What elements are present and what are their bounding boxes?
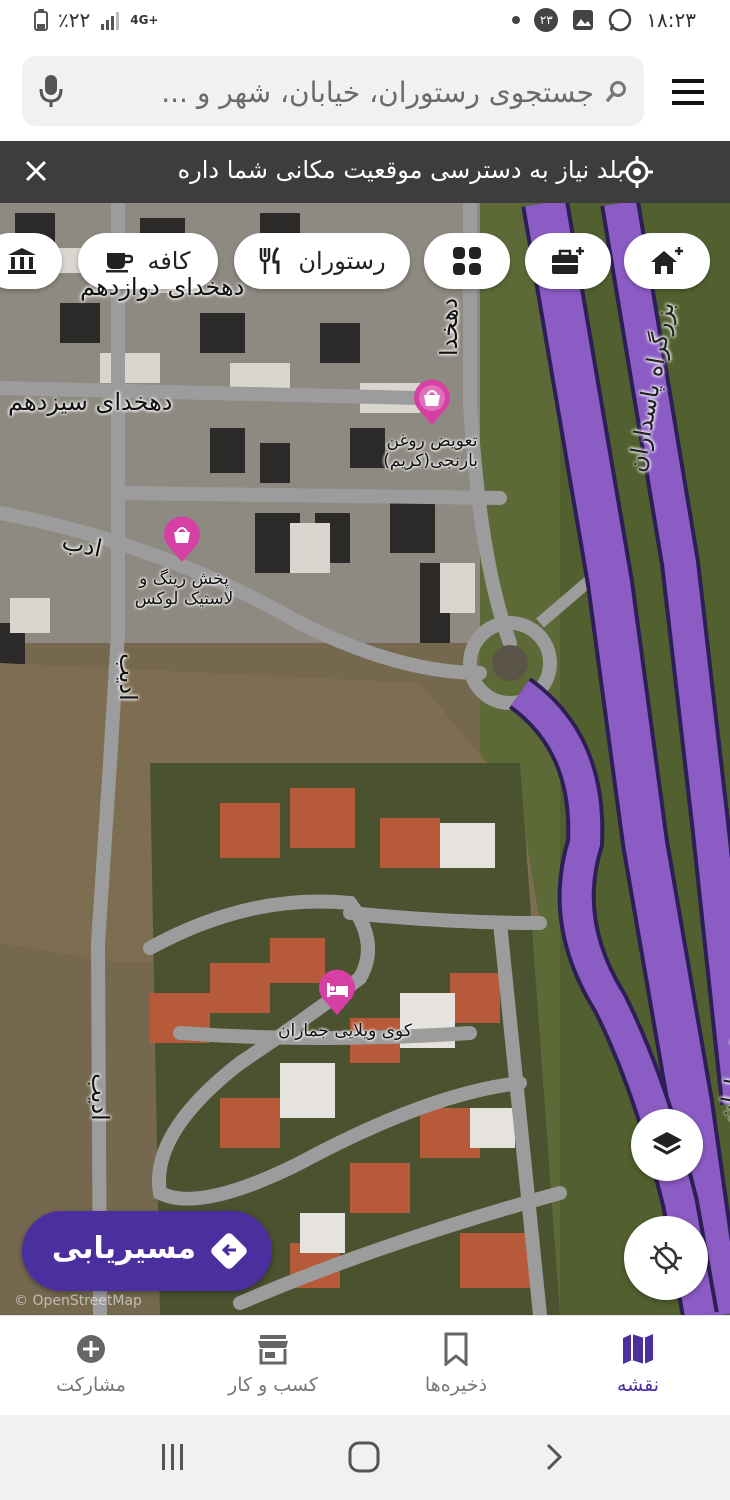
map-view[interactable]: کافه رستوران دهخدای دوازدهم دهخدای سیزده…: [0, 203, 730, 1315]
app-header: جستجوی رستوران، خیابان، شهر و ...: [0, 42, 730, 140]
bookmark-icon: [444, 1332, 468, 1366]
routing-button-label: مسیریابی: [51, 1231, 196, 1266]
tab-saved-label: ذخیره‌ها: [424, 1374, 488, 1396]
tab-business[interactable]: کسب و کار: [193, 1332, 353, 1396]
grid-icon: [453, 247, 481, 275]
whatsapp-icon: [609, 8, 632, 32]
tab-saved[interactable]: ذخیره‌ها: [376, 1332, 536, 1396]
street-label-adib-1: ادیب: [113, 653, 142, 701]
add-circle-icon: [77, 1335, 105, 1363]
battery-text: ٪۲۲: [58, 8, 91, 32]
chip-more-categories[interactable]: [424, 233, 510, 289]
system-navigation-bar: [0, 1415, 730, 1500]
home-icon[interactable]: [348, 1441, 380, 1473]
street-label-dehkhoda-13: دهخدای سیزدهم: [8, 388, 173, 416]
satellite-map-imagery[interactable]: [0, 203, 730, 1315]
microphone-icon[interactable]: [38, 74, 64, 108]
banner-message: بلد نیاز به دسترسی موقعیت مکانی شما داره: [177, 156, 624, 184]
search-input[interactable]: جستجوی رستوران، خیابان، شهر و ...: [22, 56, 644, 126]
tab-map-label: نقشه: [616, 1374, 660, 1396]
coffee-icon: [106, 253, 134, 273]
routing-button[interactable]: مسیریابی: [22, 1211, 272, 1291]
recent-apps-icon[interactable]: [158, 1442, 188, 1472]
hamburger-menu-icon[interactable]: [672, 78, 704, 106]
chip-add-home[interactable]: [624, 233, 710, 289]
my-location-button[interactable]: [624, 1216, 708, 1300]
storefront-icon: [258, 1335, 288, 1365]
fork-knife-icon: [260, 247, 280, 274]
network-type: 4G+: [130, 13, 159, 27]
gallery-icon: [573, 10, 594, 30]
status-bar: ٪۲۲ 4G+ ۲۳ ۱۸:۲۳: [0, 0, 730, 42]
location-disabled-icon: [650, 1242, 682, 1274]
street-label-dehkhoda-vertical: دهخدا: [435, 297, 464, 357]
tab-contribute-label: مشارکت: [56, 1374, 126, 1396]
location-permission-banner[interactable]: بلد نیاز به دسترسی موقعیت مکانی شما داره: [0, 141, 730, 203]
add-briefcase-icon: [552, 247, 584, 274]
shop-poi-icon[interactable]: [411, 378, 453, 426]
notification-count-badge: ۲۳: [534, 8, 559, 32]
map-icon: [623, 1334, 653, 1364]
bottom-navigation: نقشه ذخیره‌ها کسب و کار مشارکت: [0, 1315, 730, 1416]
directions-icon: [211, 1233, 247, 1269]
tab-contribute[interactable]: مشارکت: [11, 1332, 171, 1396]
hotel-poi-icon[interactable]: [316, 968, 358, 1016]
poi-label-jamaran-villa[interactable]: کوی ویلایی جماران: [278, 1021, 412, 1041]
notification-dot: [512, 16, 521, 24]
map-layers-button[interactable]: [631, 1109, 703, 1181]
tab-business-label: کسب و کار: [228, 1374, 318, 1396]
bank-icon: [8, 248, 36, 274]
street-label-adib-2: ادیب: [85, 1073, 114, 1121]
chip-restaurant[interactable]: رستوران: [234, 233, 410, 289]
chip-cafe-label: کافه: [147, 247, 191, 275]
map-attribution: © OpenStreetMap: [14, 1293, 142, 1309]
search-icon: [606, 81, 626, 102]
street-label-dehkhoda-partial: دهخدای دوازدهم: [80, 273, 245, 301]
battery-icon: [34, 9, 48, 31]
close-icon[interactable]: [22, 157, 50, 185]
layers-icon: [652, 1132, 682, 1155]
poi-label-oil-change[interactable]: تعویض روغن بارنجی(کریم): [383, 431, 478, 471]
clock: ۱۸:۲۳: [646, 8, 696, 32]
chip-restaurant-label: رستوران: [298, 247, 386, 275]
poi-label-tire-shop[interactable]: پخش رینگ و لاستیک لوکس: [132, 569, 236, 609]
shop-poi-icon[interactable]: [161, 515, 203, 563]
back-icon[interactable]: [544, 1442, 564, 1472]
crosshair-icon: [621, 156, 653, 188]
add-home-icon: [651, 247, 683, 274]
tab-map[interactable]: نقشه: [558, 1332, 718, 1396]
signal-icon: [101, 12, 120, 30]
chip-bank[interactable]: [0, 233, 62, 289]
chip-add-work[interactable]: [525, 233, 611, 289]
search-placeholder[interactable]: جستجوی رستوران، خیابان، شهر و ...: [114, 76, 594, 109]
